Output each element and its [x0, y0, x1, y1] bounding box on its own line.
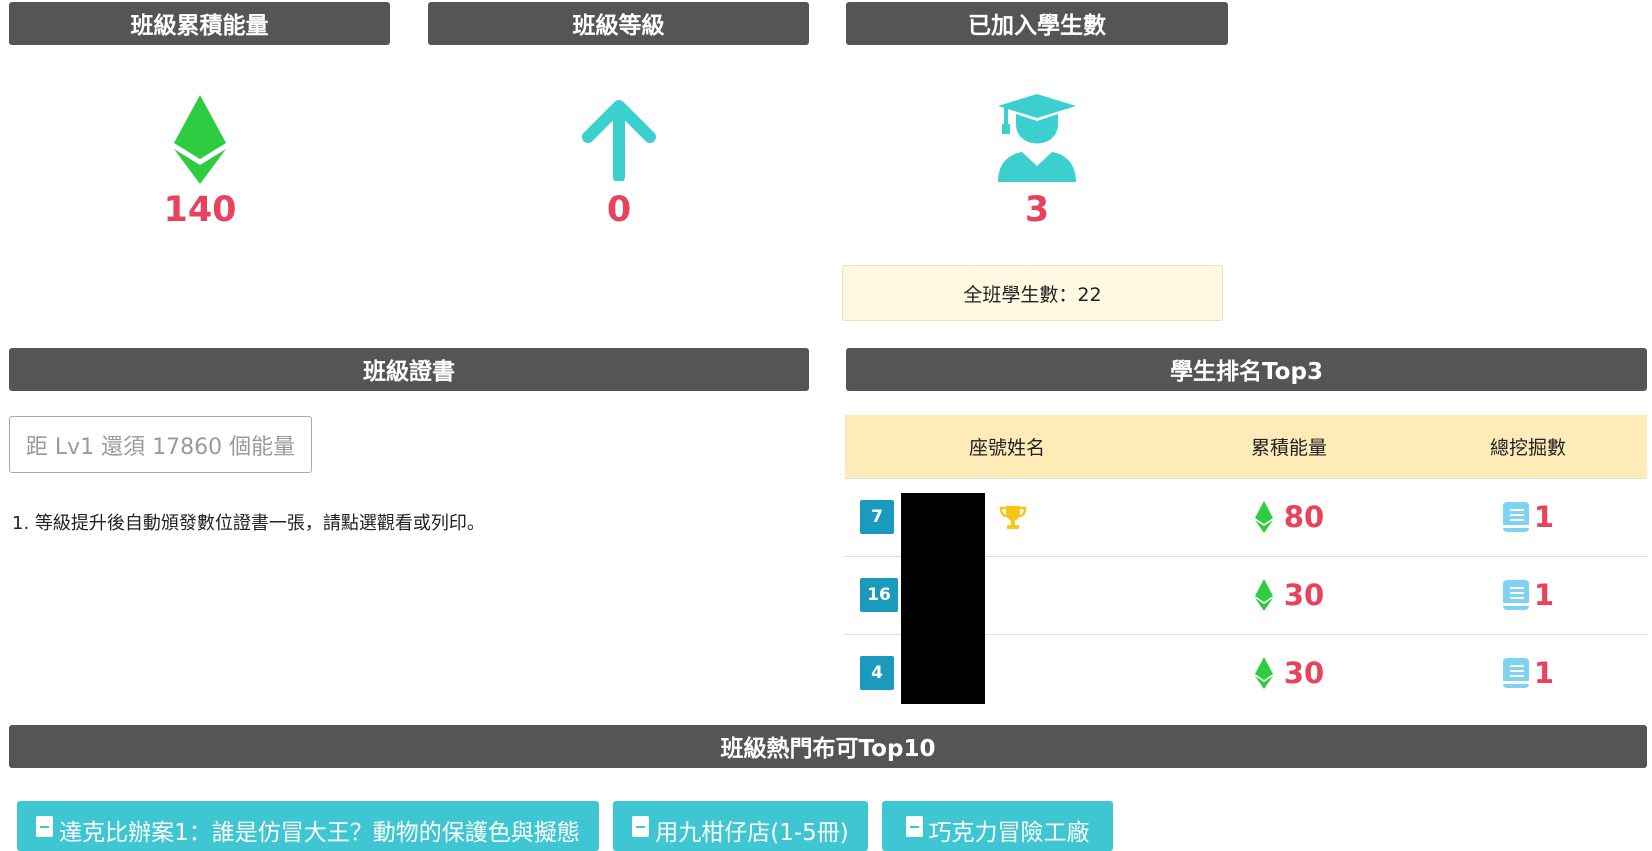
popular-book-label: 達克比辦案1：誰是仿冒大王？動物的保護色與擬態: [59, 820, 580, 846]
total-students-box: 全班學生數：22: [842, 265, 1223, 321]
students-header-label: 已加入學生數: [968, 12, 1106, 39]
book-icon: [905, 816, 923, 837]
certificate-progress-label: 距 Lv1 還須 17860 個能量: [25, 434, 296, 460]
popular-book-label: 用九柑仔店(1-5冊): [655, 820, 849, 846]
column-header-energy: 累積能量: [1250, 436, 1327, 459]
level-header: 班級等級: [428, 2, 809, 45]
book-icon: [36, 816, 54, 837]
arrow-up-icon: [582, 100, 656, 181]
dig-count-cell: 1: [1409, 478, 1647, 556]
energy-header-label: 班級累積能量: [130, 12, 269, 39]
popular-book-label: 巧克力冒險工廠: [928, 820, 1090, 846]
dig-count-value: 1: [1533, 500, 1555, 534]
dig-count-cell: 1: [1409, 634, 1647, 712]
seat-name-cell: 7: [845, 478, 1169, 556]
energy-value: 140: [163, 190, 237, 230]
seat-badge: 16: [860, 578, 898, 612]
trophy-icon: [999, 506, 1027, 529]
ethereum-diamond-icon: [174, 95, 226, 184]
ethereum-diamond-icon: [1254, 579, 1273, 611]
energy-header: 班級累積能量: [9, 2, 390, 45]
total-students-label: 全班學生數：22: [963, 283, 1102, 306]
popular-book-button[interactable]: 用九柑仔店(1-5冊): [613, 801, 868, 851]
column-header-dig-count: 總挖掘數: [1489, 436, 1566, 459]
certificate-header-label: 班級證書: [363, 358, 455, 385]
certificate-note: 1. 等級提升後自動頒發數位證書一張，請點選觀看或列印。: [12, 513, 485, 534]
certificate-progress-button[interactable]: 距 Lv1 還須 17860 個能量: [9, 416, 312, 473]
dig-count-value: 1: [1533, 656, 1555, 691]
popular-book-button[interactable]: 達克比辦案1：誰是仿冒大王？動物的保護色與擬態: [17, 801, 599, 851]
level-value: 0: [606, 190, 632, 230]
popular-books-header-label: 班級熱門布可Top10: [720, 735, 936, 762]
energy-value: 80: [1283, 500, 1325, 534]
energy-value: 30: [1283, 656, 1325, 691]
level-header-label: 班級等級: [572, 12, 665, 39]
book-icon: [632, 816, 650, 837]
energy-cell: 30: [1169, 634, 1409, 712]
dig-count-value: 1: [1533, 578, 1555, 612]
book-icon: [1502, 580, 1529, 610]
book-icon: [1502, 658, 1529, 689]
energy-cell: 30: [1169, 556, 1409, 634]
redacted-names: [901, 493, 985, 704]
ranking-header: 學生排名Top3: [846, 348, 1647, 391]
book-icon: [1502, 502, 1529, 532]
seat-badge: 4: [860, 656, 894, 691]
ranking-table-header-row: 座號姓名 累積能量 總挖掘數: [845, 415, 1647, 478]
popular-book-button[interactable]: 巧克力冒險工廠: [882, 801, 1113, 851]
seat-badge: 7: [860, 500, 894, 534]
students-header: 已加入學生數: [846, 2, 1228, 45]
seat-name-cell: 16: [845, 556, 1169, 634]
ranking-header-label: 學生排名Top3: [1170, 358, 1323, 385]
popular-books-header: 班級熱門布可Top10: [9, 725, 1647, 768]
ethereum-diamond-icon: [1254, 501, 1273, 533]
seat-name-cell: 4: [845, 634, 1169, 712]
dig-count-cell: 1: [1409, 556, 1647, 634]
energy-value: 30: [1283, 578, 1325, 612]
column-header-seat-name: 座號姓名: [968, 436, 1045, 459]
graduate-icon: [998, 94, 1076, 182]
ethereum-diamond-icon: [1254, 657, 1273, 690]
students-value: 3: [1024, 190, 1050, 230]
energy-cell: 80: [1169, 478, 1409, 556]
certificate-header: 班級證書: [9, 348, 809, 391]
